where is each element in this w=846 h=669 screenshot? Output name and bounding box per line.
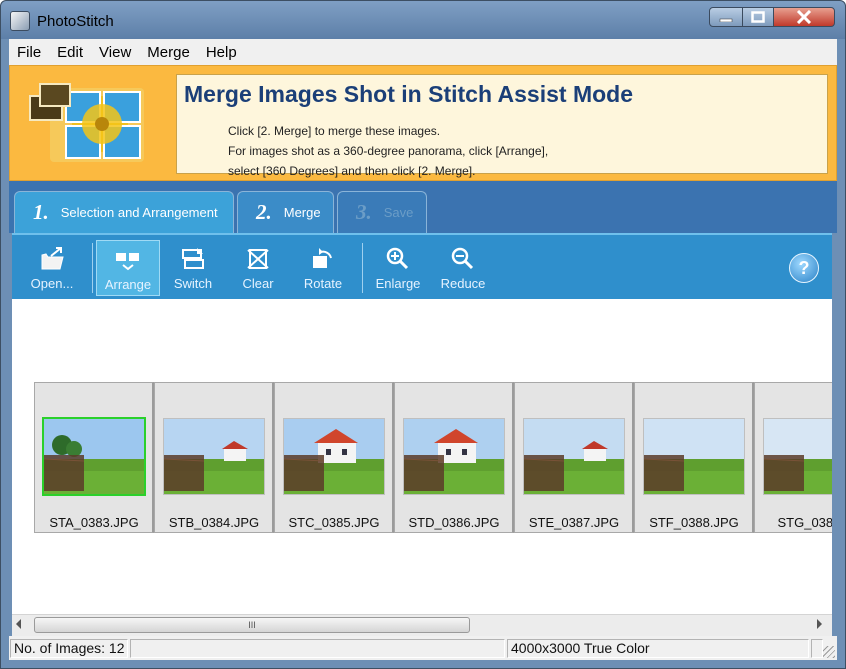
rotate-label: Rotate	[303, 276, 343, 291]
menu-merge[interactable]: Merge	[139, 39, 198, 65]
instruction-box: Merge Images Shot in Stitch Assist Mode …	[176, 74, 828, 178]
arrange-button[interactable]: Arrange	[96, 240, 160, 296]
status-bar: No. of Images: 12 4000x3000 True Color	[9, 636, 837, 660]
app-window: PhotoStitch File Edit View Merge Help Me…	[0, 0, 846, 669]
image-filename: STA_0383.JPG	[49, 515, 139, 530]
switch-button[interactable]: Switch	[161, 240, 225, 296]
maximize-button[interactable]	[742, 7, 774, 27]
close-icon	[796, 10, 812, 24]
tab-number: 2.	[256, 200, 272, 224]
image-filename: STF_0388.JPG	[649, 515, 739, 530]
image-thumbnail[interactable]: STA_0383.JPG	[34, 382, 154, 533]
tab-label: Save	[383, 205, 414, 220]
rotate-button[interactable]: Rotate	[291, 240, 355, 296]
image-preview	[763, 418, 832, 495]
thumbnail-strip: STA_0383.JPG STB_0384.JPG STC_0385.JPG STD_…	[34, 382, 832, 533]
minimize-button[interactable]	[709, 7, 743, 27]
stitch-logo-icon	[29, 83, 144, 162]
window-title: PhotoStitch	[37, 13, 114, 30]
image-workspace[interactable]: STA_0383.JPG STB_0384.JPG STC_0385.JPG STD_…	[12, 299, 832, 614]
rotate-icon	[313, 248, 332, 268]
minimize-icon	[719, 18, 733, 22]
enlarge-label: Enlarge	[375, 276, 421, 291]
menu-edit[interactable]: Edit	[49, 39, 91, 65]
status-image-format: 4000x3000 True Color	[507, 639, 809, 658]
status-middle	[130, 639, 505, 658]
resize-grip-icon[interactable]	[823, 646, 835, 658]
switch-icon	[182, 248, 204, 269]
scroll-left-icon[interactable]	[16, 619, 21, 629]
clear-label: Clear	[242, 276, 274, 291]
image-preview	[403, 418, 505, 495]
image-thumbnail[interactable]: STB_0384.JPG	[154, 382, 274, 533]
step-tabs: 1. Selection and Arrangement 2. Merge 3.…	[9, 181, 837, 233]
tab-number: 1.	[33, 200, 49, 224]
status-last	[811, 639, 823, 658]
image-thumbnail[interactable]: STG_0389.J	[754, 382, 832, 533]
image-filename: STE_0387.JPG	[528, 515, 620, 530]
tab-number: 3.	[356, 200, 372, 224]
status-image-count: No. of Images: 12	[10, 639, 128, 658]
instruction-line-1: Click [2. Merge] to merge these images.	[228, 124, 441, 138]
menu-help[interactable]: Help	[198, 39, 245, 65]
menu-bar: File Edit View Merge Help	[9, 39, 837, 65]
image-filename: STG_0389.J	[777, 515, 833, 530]
clear-button[interactable]: Clear	[226, 240, 290, 296]
image-thumbnail[interactable]: STD_0386.JPG	[394, 382, 514, 533]
reduce-button[interactable]: Reduce	[431, 240, 495, 296]
maximize-icon	[751, 11, 765, 23]
tab-merge[interactable]: 2. Merge	[237, 191, 334, 233]
close-button[interactable]	[773, 7, 835, 27]
image-preview	[643, 418, 745, 495]
instruction-line-3: select [360 Degrees] and then click [2. …	[228, 164, 476, 178]
tab-save: 3. Save	[337, 191, 427, 233]
scrollbar-thumb[interactable]: III	[34, 617, 470, 633]
arrange-icon	[116, 253, 139, 271]
arrange-label: Arrange	[104, 277, 152, 292]
instruction-line-2: For images shot as a 360-degree panorama…	[228, 144, 549, 158]
menu-file[interactable]: File	[9, 39, 49, 65]
open-folder-icon	[41, 247, 64, 270]
image-filename: STB_0384.JPG	[168, 515, 260, 530]
zoom-in-icon	[386, 247, 409, 270]
instruction-banner: Merge Images Shot in Stitch Assist Mode …	[9, 65, 837, 181]
image-preview	[283, 418, 385, 495]
open-label: Open...	[30, 276, 74, 291]
zoom-out-icon	[451, 247, 474, 270]
image-preview	[523, 418, 625, 495]
tab-label: Merge	[283, 205, 321, 220]
image-filename: STC_0385.JPG	[288, 515, 380, 530]
clear-icon	[247, 249, 269, 269]
image-thumbnail[interactable]: STE_0387.JPG	[514, 382, 634, 533]
title-bar[interactable]: PhotoStitch	[1, 1, 845, 39]
toolbar-divider	[362, 243, 363, 293]
image-thumbnail[interactable]: STF_0388.JPG	[634, 382, 754, 533]
toolbar-divider	[92, 243, 93, 293]
image-filename: STD_0386.JPG	[408, 515, 500, 530]
switch-label: Switch	[173, 276, 213, 291]
enlarge-button[interactable]: Enlarge	[366, 240, 430, 296]
help-button[interactable]: ?	[789, 253, 819, 283]
tab-label: Selection and Arrangement	[60, 205, 218, 220]
horizontal-scrollbar[interactable]: III	[12, 614, 832, 636]
open-button[interactable]: Open...	[20, 240, 84, 296]
image-preview	[42, 417, 146, 496]
tab-selection-arrangement[interactable]: 1. Selection and Arrangement	[14, 191, 234, 233]
image-preview	[163, 418, 265, 495]
banner-heading: Merge Images Shot in Stitch Assist Mode	[184, 81, 634, 107]
menu-view[interactable]: View	[91, 39, 139, 65]
toolbar: Open... Arrange Switch Clear Rotate Enla…	[12, 233, 832, 299]
scroll-right-icon[interactable]	[817, 619, 822, 629]
photostitch-app-icon[interactable]	[10, 11, 30, 31]
reduce-label: Reduce	[440, 276, 486, 291]
image-thumbnail[interactable]: STC_0385.JPG	[274, 382, 394, 533]
